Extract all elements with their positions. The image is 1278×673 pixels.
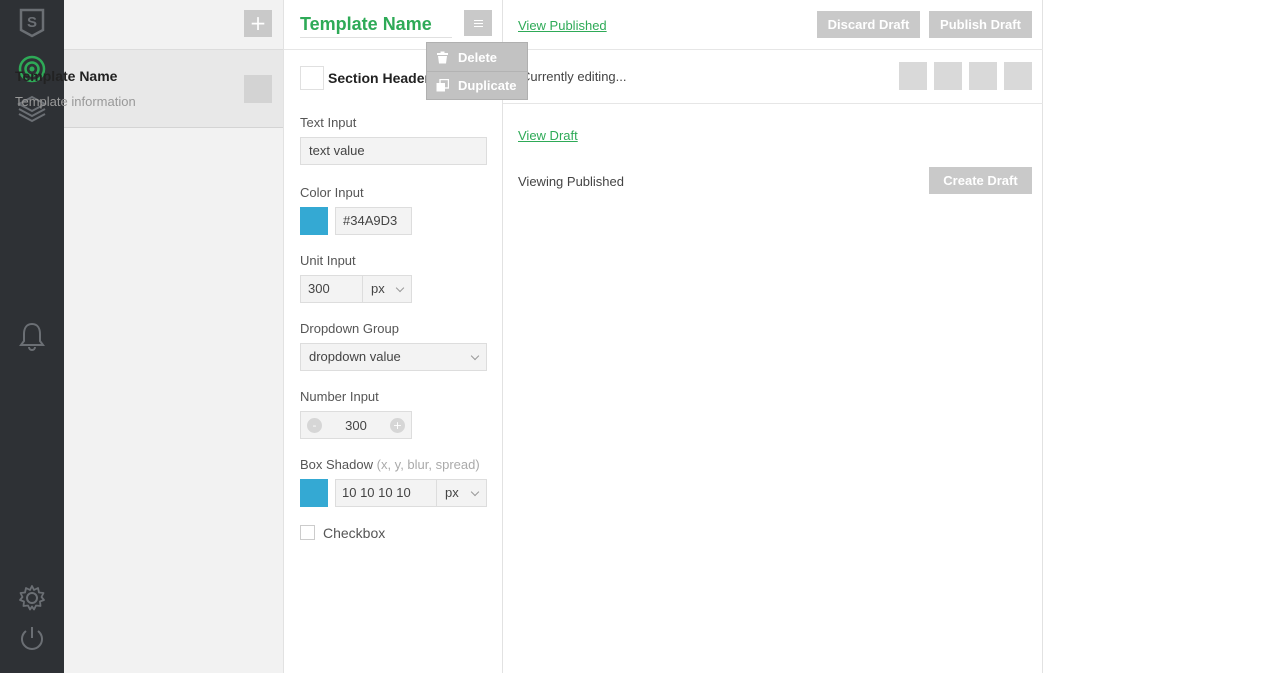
template-item-subtitle: Template information <box>15 94 136 109</box>
template-thumbnail[interactable] <box>244 75 272 103</box>
toolbar-button-4[interactable] <box>1004 62 1032 90</box>
chevron-down-icon <box>470 351 480 361</box>
template-menu-button[interactable] <box>464 10 492 36</box>
text-input-field[interactable]: text value <box>300 137 487 165</box>
dropdown-select-value: dropdown value <box>309 349 401 364</box>
number-value[interactable]: 300 <box>345 418 367 433</box>
unit-select[interactable]: px <box>363 276 411 302</box>
template-list-header: + <box>64 0 283 50</box>
copy-icon <box>436 79 449 92</box>
dropdown-select[interactable]: dropdown value <box>300 343 487 371</box>
unit-value-input[interactable]: 300 <box>301 276 363 302</box>
bell-icon[interactable] <box>17 321 47 351</box>
box-shadow-label: Box Shadow (x, y, blur, spread) <box>300 457 480 472</box>
checkbox[interactable] <box>300 525 315 540</box>
section-header: Section Header <box>328 70 430 86</box>
box-shadow-input-group: 10 10 10 10 px <box>335 479 487 507</box>
toolbar-button-1[interactable] <box>899 62 927 90</box>
color-swatch[interactable] <box>300 207 328 235</box>
view-published-link[interactable]: View Published <box>518 18 607 33</box>
discard-draft-button[interactable]: Discard Draft <box>817 11 920 38</box>
unit-input-group: 300 px <box>300 275 412 303</box>
chevron-down-icon <box>395 283 405 293</box>
viewing-published-text: Viewing Published <box>518 174 624 189</box>
dropdown-group-label: Dropdown Group <box>300 321 399 336</box>
box-shadow-hint: (x, y, blur, spread) <box>376 457 480 472</box>
decrement-button[interactable]: - <box>307 417 322 433</box>
gear-icon[interactable] <box>17 583 47 613</box>
toolbar-button-2[interactable] <box>934 62 962 90</box>
box-shadow-label-text: Box Shadow <box>300 457 373 472</box>
unit-input-label: Unit Input <box>300 253 356 268</box>
number-input-label: Number Input <box>300 389 379 404</box>
shadow-color-swatch[interactable] <box>300 479 328 507</box>
increment-button[interactable]: + <box>389 417 405 433</box>
add-template-button[interactable]: + <box>244 10 272 37</box>
box-shadow-unit-value: px <box>445 485 459 500</box>
create-draft-button[interactable]: Create Draft <box>929 167 1032 194</box>
chevron-down-icon <box>470 487 480 497</box>
currently-editing-text: Currently editing... <box>521 69 627 84</box>
text-input-label: Text Input <box>300 115 357 130</box>
main-divider-middle <box>503 103 1043 104</box>
unit-select-value: px <box>371 281 385 296</box>
color-input-label: Color Input <box>300 185 364 200</box>
toolbar-button-3[interactable] <box>969 62 997 90</box>
menu-item-duplicate[interactable]: Duplicate <box>427 71 527 99</box>
box-shadow-value-input[interactable]: 10 10 10 10 <box>336 480 437 506</box>
main-divider-top <box>503 49 1043 50</box>
number-stepper: - 300 + <box>300 411 412 439</box>
template-menu-popup: Delete Duplicate <box>426 42 528 100</box>
box-shadow-unit-select[interactable]: px <box>437 480 486 506</box>
view-draft-link[interactable]: View Draft <box>518 128 578 143</box>
svg-text:S: S <box>27 14 37 31</box>
section-toggle-checkbox[interactable] <box>300 66 324 90</box>
trash-icon <box>437 51 448 63</box>
checkbox-label: Checkbox <box>323 525 386 541</box>
power-icon[interactable] <box>17 623 47 653</box>
menu-item-duplicate-label: Duplicate <box>458 78 517 93</box>
editor-panel: Template Name Section Header Text Input … <box>284 0 503 673</box>
template-item-title: Template Name <box>15 68 118 84</box>
template-name-title[interactable]: Template Name <box>300 14 452 38</box>
logo-s-icon[interactable]: S <box>17 8 47 38</box>
menu-item-delete[interactable]: Delete <box>427 43 527 71</box>
menu-item-delete-label: Delete <box>458 49 498 65</box>
main-panel: View Published Discard Draft Publish Dra… <box>503 0 1043 673</box>
publish-draft-button[interactable]: Publish Draft <box>929 11 1032 38</box>
color-hex-input[interactable]: #34A9D3 <box>335 207 412 235</box>
